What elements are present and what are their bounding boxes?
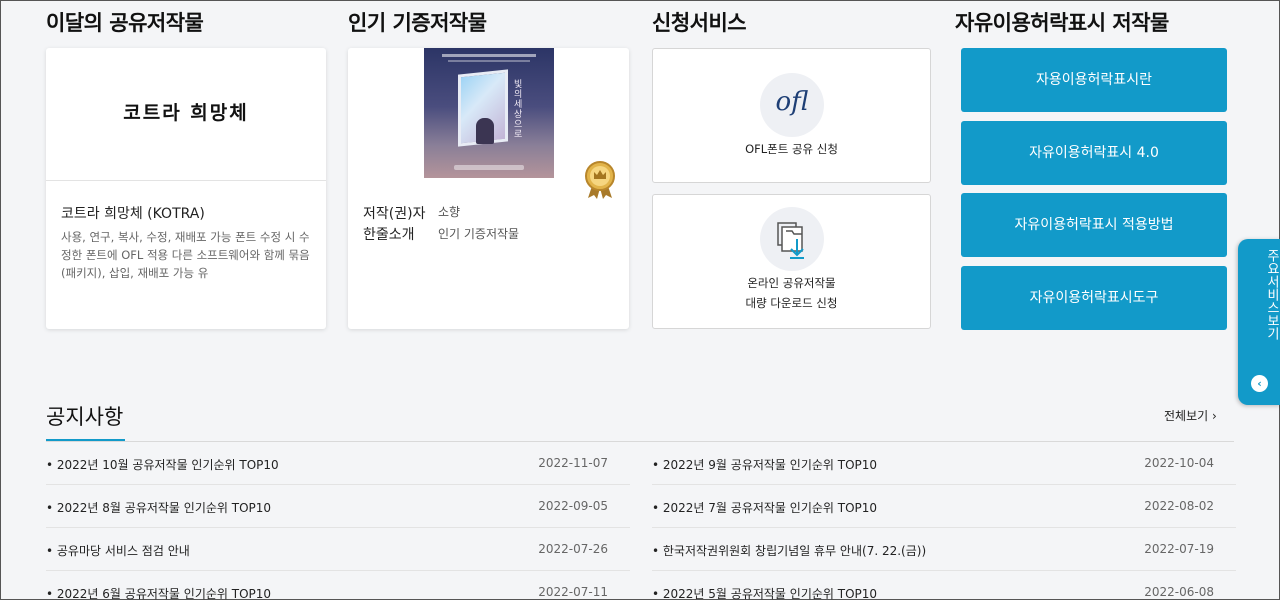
font-sample-image: 코트라 희망체 [123, 102, 249, 124]
book-cover-title: 빛의 세상으로 [514, 80, 523, 140]
free-license-works-title: 자유이용허락표시 저작물 [955, 11, 1169, 35]
notice-row[interactable]: • 2022년 10월 공유저작물 인기순위 TOP10 2022-11-07 [46, 442, 630, 485]
monthly-work-description: 사용, 연구, 복사, 수정, 재배포 가능 폰트 수정 시 수정한 폰트에 O… [61, 230, 310, 280]
popular-donated-works-title: 인기 기증저작물 [348, 11, 487, 35]
monthly-work-title[interactable]: 코트라 희망체 (KOTRA) [61, 203, 205, 223]
notice-row[interactable]: • 2022년 5월 공유저작물 인기순위 TOP10 2022-06-08 [652, 571, 1236, 600]
author-label: 저작(권)자 [363, 206, 426, 222]
ofl-font-share-label: OFL폰트 공유 신청 [745, 142, 838, 156]
folder-download-icon [760, 207, 824, 271]
book-cover-image[interactable]: 빛의 세상으로 [424, 48, 554, 178]
license-tool-button[interactable]: 자유이용허락표시도구 [961, 266, 1227, 330]
monthly-shared-works-title: 이달의 공유저작물 [46, 11, 204, 35]
notice-row[interactable]: • 한국저작권위원회 창립기념일 휴무 안내(7. 22.(금)) 2022-07… [652, 528, 1236, 571]
notice-row[interactable]: • 공유마당 서비스 점검 안내 2022-07-26 [46, 528, 630, 571]
notice-row[interactable]: • 2022년 7월 공유저작물 인기순위 TOP10 2022-08-02 [652, 485, 1236, 528]
bulk-download-request-button[interactable]: 온라인 공유저작물 대량 다운로드 신청 [652, 194, 931, 329]
notice-section-title: 공지사항 [46, 405, 124, 429]
main-services-floating-tab[interactable]: 주요서비스보기 ‹ [1238, 239, 1280, 405]
chevron-left-icon[interactable]: ‹ [1251, 375, 1268, 392]
summary-label: 한줄소개 [363, 227, 415, 243]
license-4-0-button[interactable]: 자유이용허락표시 4.0 [961, 121, 1227, 185]
license-intro-button[interactable]: 자용이용허락표시란 [961, 48, 1227, 112]
notice-row[interactable]: • 2022년 6월 공유저작물 인기순위 TOP10 2022-07-11 [46, 571, 630, 600]
ofl-font-share-button[interactable]: ofl OFL폰트 공유 신청 [652, 48, 931, 183]
view-all-link[interactable]: 전체보기 › [1164, 407, 1217, 424]
summary-value: 인기 기증저작물 [438, 227, 520, 241]
license-how-to-apply-button[interactable]: 자유이용허락표시 적용방법 [961, 193, 1227, 257]
notice-row[interactable]: • 2022년 9월 공유저작물 인기순위 TOP10 2022-10-04 [652, 442, 1236, 485]
apply-services-title: 신청서비스 [652, 11, 747, 35]
gold-medal-icon [585, 161, 615, 199]
card-divider [46, 180, 326, 181]
donated-work-card[interactable]: 빛의 세상으로 저작(권)자 소향 한줄소개 인기 기증저작물 [348, 48, 629, 329]
author-value: 소향 [438, 205, 461, 219]
floating-tab-label: 주요서비스보기 [1264, 249, 1279, 340]
monthly-work-card[interactable]: 코트라 희망체 코트라 희망체 (KOTRA) 사용, 연구, 복사, 수정, … [46, 48, 326, 329]
notice-row[interactable]: • 2022년 8월 공유저작물 인기순위 TOP10 2022-09-05 [46, 485, 630, 528]
bulk-download-label: 온라인 공유저작물 대량 다운로드 신청 [745, 276, 838, 310]
notice-title-underline [46, 439, 125, 441]
ofl-logo-icon: ofl [760, 73, 824, 137]
